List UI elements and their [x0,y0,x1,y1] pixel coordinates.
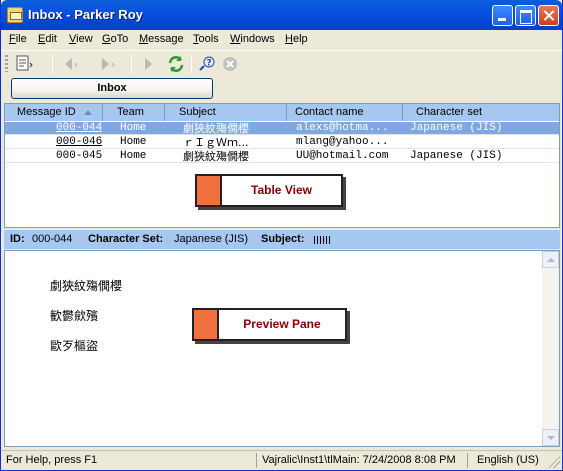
app-icon [7,7,23,23]
next-icon[interactable] [139,54,159,74]
toolbar: ? [1,50,562,76]
resize-grip[interactable] [548,456,560,468]
inbox-folder-button[interactable]: Inbox [11,78,213,99]
menu-help-accel: H [285,33,293,45]
column-label: Message ID [17,106,76,118]
status-bar: For Help, press F1 Vajralic\Inst1\tlMain… [1,450,562,470]
menu-message-label: essage [148,33,184,45]
row-contact: alexs@hotma... [296,122,389,134]
preview-scrollbar[interactable] [542,251,559,446]
table-row[interactable]: 000-044 Home 劇狹紋殤僩櫻 alexs@hotma... Japan… [5,122,559,135]
callout-marker [197,176,222,205]
message-info-bar: ID: 000-044 Character Set: Japanese (JIS… [4,230,560,249]
menu-windows-label: indows [240,33,275,45]
column-header-contact-name[interactable]: Contact name [287,104,403,121]
status-divider [467,453,468,468]
menu-file-accel: F [9,33,16,45]
info-charset-label: Character Set: [88,233,164,245]
menu-help-label: elp [292,33,308,45]
info-subject-glyphs [314,236,330,244]
scroll-down-button[interactable] [542,429,559,446]
menu-windows[interactable]: Windows [230,33,275,45]
help-icon[interactable]: ? [197,54,217,74]
preview-pane-callout: Preview Pane [192,308,347,341]
row-contact: UU@hotmail.com [296,150,389,162]
row-message-id: 000-044 [56,122,103,134]
refresh-icon[interactable] [166,54,186,74]
row-subject: 劇狹紋殤僩櫻 [183,150,249,163]
info-charset-value: Japanese (JIS) [174,233,248,245]
folder-bar: Inbox [1,77,562,102]
row-team: Home [120,122,147,134]
menu-view[interactable]: View [69,33,93,45]
svg-text:?: ? [207,59,212,69]
callout-label: Table View [251,183,312,197]
table-view-callout: Table View [195,174,343,207]
menu-help[interactable]: Help [285,33,308,45]
status-help-text: For Help, press F1 [6,454,98,466]
row-message-id: 000-046 [56,136,103,148]
preview-line: 劇狹紋殤僩櫻 [50,279,123,293]
table-row[interactable]: 000-045 Home 劇狹紋殤僩櫻 UU@hotmail.com Japan… [5,150,559,163]
row-contact: mlang@yahoo... [296,136,389,148]
column-header-team[interactable]: Team [103,104,165,121]
row-message-id: 000-045 [56,150,103,162]
menu-message[interactable]: Message [139,33,184,45]
menu-file[interactable]: File [9,33,27,45]
scroll-up-button[interactable] [542,251,559,268]
new-message-icon[interactable] [14,54,34,74]
menu-windows-accel: W [230,33,241,45]
main-window: Inbox - Parker Roy File Edit View GoTo M… [0,0,563,471]
message-table: Message ID Team Subject Contact name Cha… [4,103,560,228]
row-charset: Japanese (JIS) [410,150,503,162]
window-title: Inbox - Parker Roy [28,7,143,22]
callout-label: Preview Pane [243,317,321,331]
column-header-message-id[interactable]: Message ID [5,104,103,121]
preview-line: 歓鬱歛殯 [50,309,99,323]
stop-icon[interactable] [220,54,240,74]
callout-marker [194,310,219,339]
maximize-button[interactable] [515,5,536,26]
menu-file-label: ile [15,33,27,45]
row-charset: Japanese (JIS) [410,122,503,134]
menu-bar: File Edit View GoTo Message Tools Window… [1,30,562,49]
preview-line: 歐歹樞盜 [50,339,99,353]
toolbar-separator [131,55,132,73]
back-icon[interactable] [59,54,79,74]
menu-tools[interactable]: Tools [193,33,219,45]
table-row[interactable]: 000-046 Home ｒＩｇＷｍ... mlang@yahoo... [5,136,559,149]
info-id-value: 000-044 [32,233,73,245]
row-team: Home [120,136,147,148]
row-subject: ｒＩｇＷｍ... [183,136,249,149]
menu-message-accel: M [139,33,149,45]
info-subject-label: Subject: [261,233,305,245]
info-id-label: ID: [10,233,25,245]
preview-pane: 劇狹紋殤僩櫻 歓鬱歛殯 歐歹樞盜 Preview Pane [4,250,560,447]
menu-goto-accel: G [102,33,111,45]
status-divider [256,453,257,468]
toolbar-separator [52,55,53,73]
minimize-button[interactable] [492,5,513,26]
menu-goto-label: oTo [110,33,129,45]
table-header: Message ID Team Subject Contact name Cha… [5,104,559,121]
column-header-subject[interactable]: Subject [165,104,287,121]
forward-icon[interactable] [96,54,116,74]
row-team: Home [120,150,147,162]
close-button[interactable] [538,5,559,26]
status-locale: English (US) [477,454,539,466]
menu-goto[interactable]: GoTo [102,33,128,45]
title-bar[interactable]: Inbox - Parker Roy [1,0,562,30]
menu-edit[interactable]: Edit [38,33,57,45]
menu-edit-label: dit [45,33,57,45]
sort-ascending-icon [83,109,92,115]
status-path: Vajralic\Inst1\tlMain: 7/24/2008 8:08 PM [262,454,456,466]
menu-tools-label: ools [198,33,219,45]
row-subject: 劇狹紋殤僩櫻 [183,122,249,135]
column-header-character-set[interactable]: Character set [403,104,559,121]
menu-view-label: iew [76,33,93,45]
toolbar-grip[interactable] [5,55,8,72]
toolbar-separator [191,55,192,73]
